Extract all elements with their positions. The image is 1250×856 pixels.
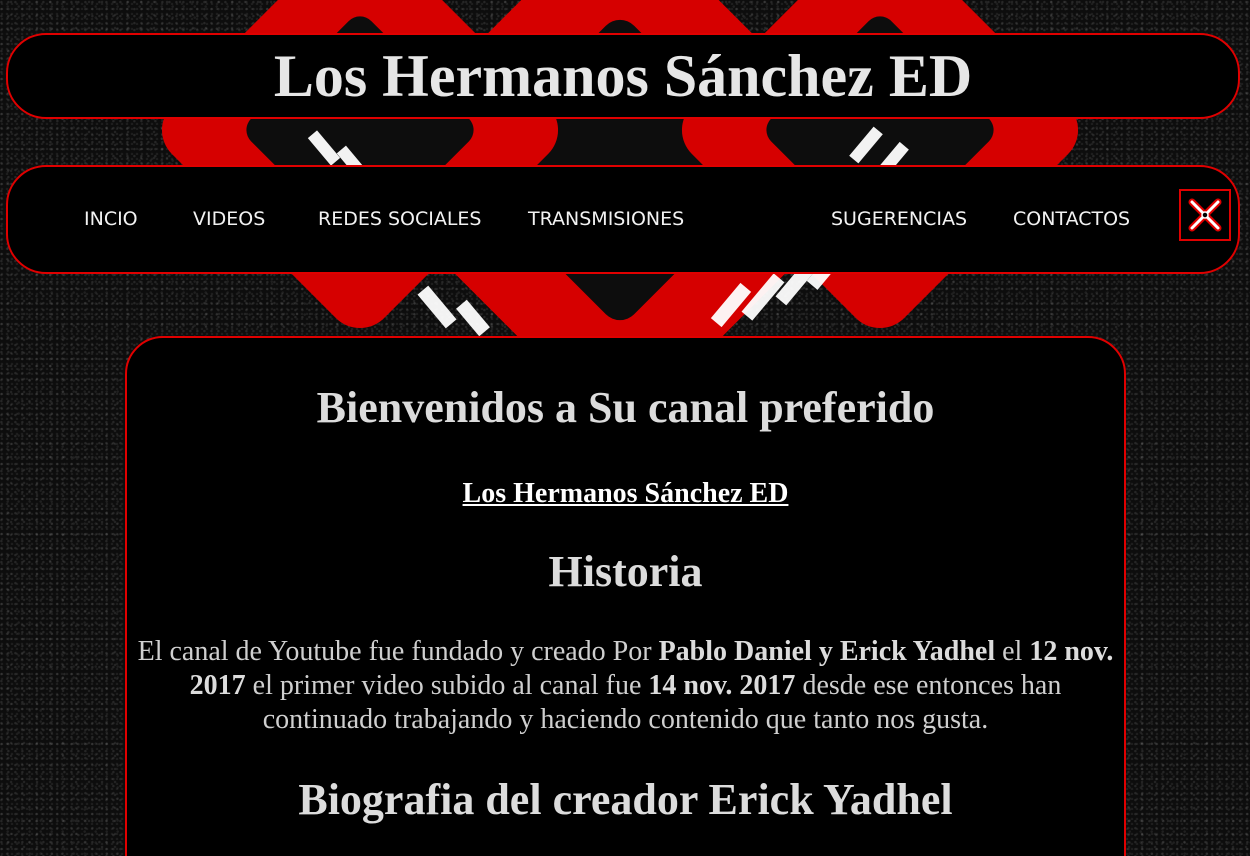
channel-link[interactable]: Los Hermanos Sánchez ED [463, 478, 789, 509]
first-video-date: 14 nov. 2017 [648, 670, 796, 701]
historia-text-part: El canal de Youtube fue fundado y creado… [137, 636, 659, 667]
bio-heading: Biografia del creador Erick Yadhel [298, 775, 953, 824]
channel-link-wrapper: Los Hermanos Sánchez ED [127, 478, 1124, 510]
close-menu-button[interactable] [1179, 189, 1231, 241]
nav-item-sugerencias[interactable]: SUGERENCIAS [831, 210, 967, 229]
nav-item-contactos[interactable]: CONTACTOS [1013, 210, 1130, 229]
historia-text-part: el [995, 636, 1030, 667]
close-x-icon [1188, 198, 1222, 232]
welcome-heading: Bienvenidos a Su canal preferido [316, 383, 935, 432]
founders-names: Pablo Daniel y Erick Yadhel [658, 636, 996, 667]
historia-paragraph: El canal de Youtube fue fundado y creado… [133, 635, 1118, 737]
historia-heading: Historia [548, 547, 703, 596]
site-header: Los Hermanos Sánchez ED [6, 33, 1240, 119]
nav-item-inicio[interactable]: INCIO [84, 210, 138, 229]
site-title: Los Hermanos Sánchez ED [273, 43, 973, 109]
main-nav: INCIO VIDEOS REDES SOCIALES TRANSMISIONE… [6, 165, 1240, 274]
nav-item-videos[interactable]: VIDEOS [193, 210, 265, 229]
nav-item-redes-sociales[interactable]: REDES SOCIALES [318, 210, 481, 229]
nav-item-transmisiones[interactable]: TRANSMISIONES [528, 210, 684, 229]
main-content: Bienvenidos a Su canal preferido Los Her… [125, 336, 1126, 856]
historia-text-part: el primer video subido al canal fue [245, 670, 649, 701]
